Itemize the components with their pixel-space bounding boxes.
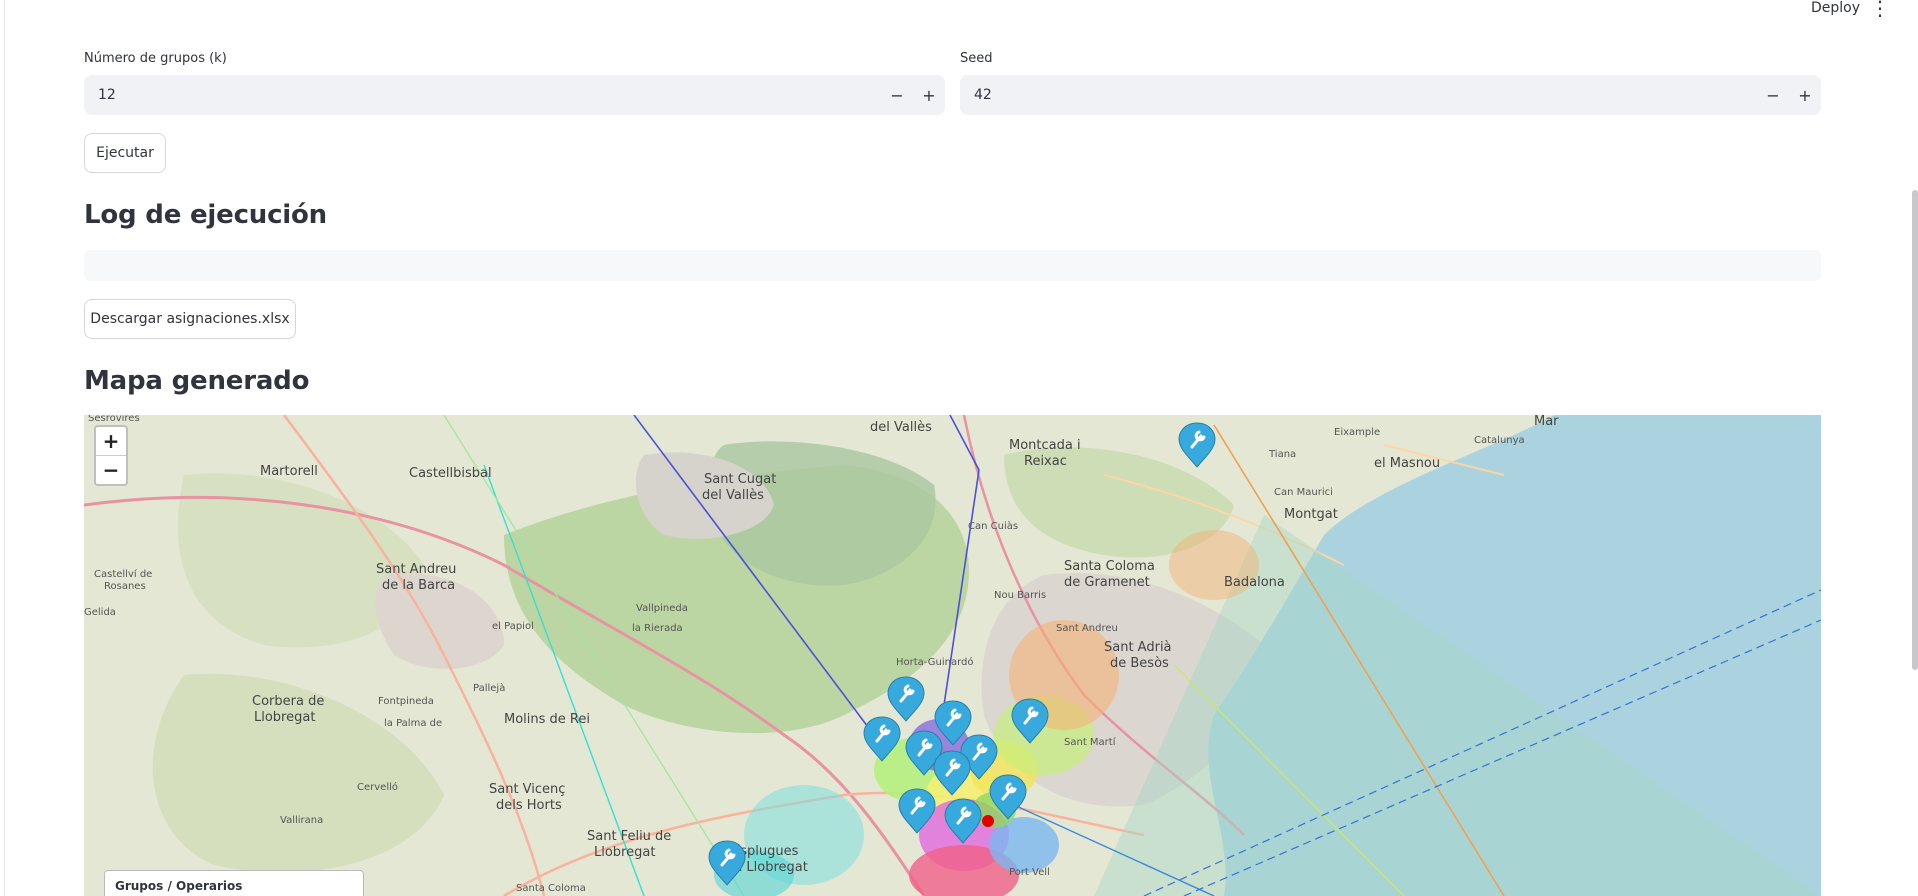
wrench-marker-icon[interactable] [886,675,926,723]
deploy-button[interactable]: Deploy [1811,0,1860,16]
map-title: Mapa generado [84,366,310,396]
page-scrollbar[interactable] [1912,190,1918,670]
wrench-marker-icon[interactable] [988,773,1028,821]
seed-value[interactable]: 42 [960,87,1757,103]
download-button[interactable]: Descargar asignaciones.xlsx [84,299,296,339]
log-output [84,250,1821,281]
wrench-marker-icon[interactable] [707,839,747,887]
k-label: Número de grupos (k) [84,51,227,66]
k-increment-button[interactable]: + [913,75,945,115]
wrench-marker-icon[interactable] [1010,697,1050,745]
map-container[interactable]: Martorell Castellbisbal Sant Cugat del V… [84,415,1821,896]
k-number-input[interactable]: 12 − + [84,75,945,115]
wrench-marker-icon[interactable] [1177,421,1217,469]
seed-number-input[interactable]: 42 − + [960,75,1821,115]
seed-increment-button[interactable]: + [1789,75,1821,115]
wrench-marker-icon[interactable] [933,699,973,747]
log-title: Log de ejecución [84,200,327,230]
app-left-border [4,0,5,896]
seed-field: Seed 42 − + [960,51,1821,115]
k-field: Número de grupos (k) 12 − + [84,51,945,115]
zoom-out-button[interactable]: − [96,455,126,484]
k-decrement-button[interactable]: − [881,75,913,115]
legend-title: Grupos / Operarios [115,879,243,893]
wrench-marker-icon[interactable] [897,787,937,835]
map-zoom-control: + − [94,425,128,486]
seed-label: Seed [960,51,993,66]
wrench-marker-icon[interactable] [932,749,972,797]
zoom-in-button[interactable]: + [96,427,126,455]
k-value[interactable]: 12 [84,87,881,103]
main-menu-icon[interactable]: ⋮ [1870,0,1890,18]
wrench-marker-icon[interactable] [862,715,902,763]
seed-decrement-button[interactable]: − [1757,75,1789,115]
marker-layer [707,421,1217,887]
wrench-marker-icon[interactable] [943,797,983,845]
map-legend: Grupos / Operarios [104,870,364,896]
run-button[interactable]: Ejecutar [84,133,166,173]
